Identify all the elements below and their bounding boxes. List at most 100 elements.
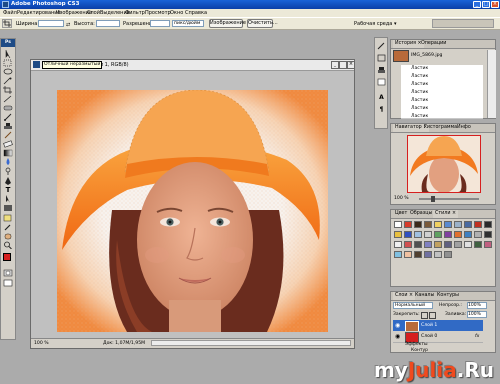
width-field[interactable] (38, 20, 64, 27)
zoom-level[interactable]: 100 % (34, 340, 49, 347)
style-swatch[interactable] (444, 231, 452, 238)
document-title-bar[interactable]: Отличный неразмытый Ps (Слой 1, RGB/8) _… (31, 60, 355, 71)
slice-tool-icon[interactable] (2, 95, 14, 103)
navigator-preview[interactable] (407, 135, 481, 193)
minimize-button[interactable]: _ (473, 1, 481, 8)
menu-view[interactable]: Просмотр (145, 10, 171, 16)
tab-layers[interactable]: Слои × (393, 292, 416, 300)
crop-tool-preset-icon[interactable] (2, 19, 12, 28)
crop-tool-icon[interactable] (2, 86, 14, 94)
tab-actions[interactable]: Операции (419, 40, 448, 48)
paragraph-panel-icon[interactable]: ¶ (377, 106, 386, 114)
style-swatch[interactable] (464, 231, 472, 238)
tab-color[interactable]: Цвет (393, 210, 409, 218)
magic-wand-icon[interactable] (2, 77, 14, 85)
menu-filter[interactable]: Фильтр (125, 10, 145, 16)
healing-brush-icon[interactable] (2, 104, 14, 112)
style-swatch[interactable] (484, 221, 492, 228)
style-swatch[interactable] (444, 251, 452, 258)
close-button[interactable]: × (491, 1, 499, 8)
dodge-tool-icon[interactable] (2, 167, 14, 175)
style-swatch[interactable] (434, 241, 442, 248)
eraser-tool-icon[interactable] (2, 140, 14, 148)
marquee-tool-icon[interactable] (2, 59, 14, 67)
hand-tool-icon[interactable] (2, 232, 14, 240)
style-swatch[interactable] (394, 241, 402, 248)
doc-minimize-button[interactable]: _ (331, 61, 339, 69)
brush-tool-icon[interactable] (2, 113, 14, 121)
style-swatch[interactable] (404, 221, 412, 228)
style-swatch[interactable] (424, 221, 432, 228)
tool-presets-icon[interactable] (377, 54, 386, 62)
pen-tool-icon[interactable] (2, 177, 14, 185)
lasso-tool-icon[interactable] (2, 68, 14, 76)
style-swatch[interactable] (484, 231, 492, 238)
fill-field[interactable]: 100% (467, 311, 487, 318)
tab-paths[interactable]: Контуры (435, 292, 461, 300)
navigator-zoom[interactable]: 100 % (394, 196, 409, 201)
menu-edit[interactable]: Редактирование (17, 10, 61, 16)
style-swatch[interactable] (404, 241, 412, 248)
doc-close-button[interactable]: × (347, 61, 355, 69)
style-swatch[interactable] (394, 251, 402, 258)
resolution-units-select[interactable]: пикс/дюйм (172, 20, 204, 27)
stamp-tool-icon[interactable] (2, 122, 14, 130)
blend-mode-select[interactable]: Нормальный (393, 302, 433, 309)
resolution-field[interactable] (150, 20, 170, 27)
style-swatch[interactable] (424, 251, 432, 258)
history-item[interactable]: Ластик (401, 113, 483, 119)
style-swatch[interactable] (414, 231, 422, 238)
history-brush-icon[interactable] (2, 131, 14, 139)
tab-channels[interactable]: Каналы (413, 292, 436, 300)
navigator-zoom-slider[interactable] (419, 198, 479, 200)
style-swatch[interactable] (464, 221, 472, 228)
clone-source-icon[interactable] (377, 66, 386, 74)
style-swatch[interactable] (444, 221, 452, 228)
style-swatch[interactable] (424, 231, 432, 238)
front-image-button[interactable]: Изображение (209, 19, 246, 28)
tab-styles[interactable]: Стили × (433, 210, 458, 218)
snapshot-name[interactable]: IMG_5869.jpg (411, 53, 442, 58)
ps-logo[interactable]: Ps (1, 39, 15, 47)
screen-mode-icon[interactable] (2, 279, 14, 287)
style-swatch[interactable] (404, 251, 412, 258)
menu-layer[interactable]: Слой (87, 10, 100, 16)
character-panel-icon[interactable]: A (377, 94, 386, 102)
style-swatch[interactable] (414, 241, 422, 248)
path-selection-icon[interactable] (2, 195, 14, 203)
style-swatch[interactable] (414, 221, 422, 228)
history-scrollbar[interactable] (487, 50, 496, 118)
foreground-color-swatch[interactable] (3, 253, 11, 261)
style-swatch[interactable] (434, 251, 442, 258)
image-canvas[interactable] (57, 90, 328, 332)
snapshot-thumbnail[interactable] (393, 50, 409, 62)
effects-label[interactable]: Эффекты (405, 342, 428, 347)
style-swatch[interactable] (464, 241, 472, 248)
style-swatch[interactable] (394, 231, 402, 238)
style-swatch[interactable] (484, 241, 492, 248)
visibility-eye-icon[interactable]: ◉ (395, 332, 400, 341)
maximize-button[interactable]: □ (482, 1, 490, 8)
menu-window[interactable]: Окно (170, 10, 183, 16)
workspace-menu[interactable]: Рабочая среда ▾ (354, 21, 396, 27)
style-swatch[interactable] (454, 231, 462, 238)
navigator-slider-thumb[interactable] (431, 196, 435, 202)
document-info[interactable]: Док: 1,07М/1,95М (103, 340, 145, 347)
swap-dimensions-icon[interactable]: ⇄ (66, 22, 71, 28)
quick-mask-icon[interactable] (2, 269, 14, 277)
style-swatch[interactable] (424, 241, 432, 248)
move-tool-icon[interactable] (2, 50, 14, 59)
stroke-effect-label[interactable]: Контур (411, 348, 428, 353)
style-swatch[interactable] (474, 231, 482, 238)
shape-tool-icon[interactable] (2, 204, 14, 212)
menu-file[interactable]: Файл (3, 10, 17, 16)
brushes-panel-icon[interactable] (377, 42, 386, 50)
tab-info[interactable]: Инфо (455, 124, 473, 132)
style-swatch[interactable] (444, 241, 452, 248)
clear-button[interactable]: Очистить... (247, 19, 278, 28)
tab-swatches[interactable]: Образцы (408, 210, 434, 218)
opacity-field[interactable]: 100% (467, 302, 487, 309)
visibility-eye-icon[interactable]: ◉ (395, 321, 400, 330)
style-swatch[interactable] (414, 251, 422, 258)
style-swatch[interactable] (454, 221, 462, 228)
